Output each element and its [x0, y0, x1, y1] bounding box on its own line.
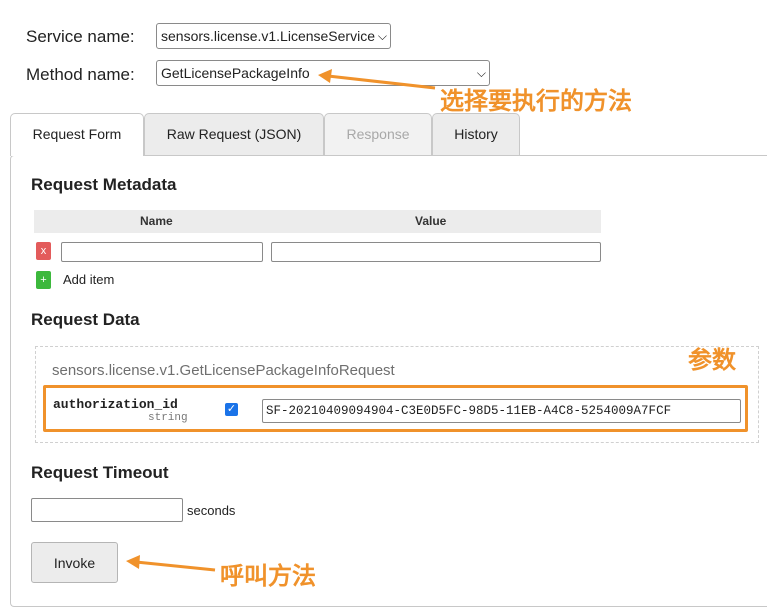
timeout-input[interactable]	[31, 498, 183, 522]
metadata-col-value: Value	[415, 214, 447, 228]
field-type: string	[148, 412, 188, 424]
tab-response[interactable]: Response	[324, 113, 432, 155]
tab-history[interactable]: History	[432, 113, 520, 155]
tab-raw-request[interactable]: Raw Request (JSON)	[144, 113, 324, 155]
field-include-checkbox[interactable]: ✓	[225, 403, 238, 416]
remove-row-icon[interactable]: x	[36, 242, 51, 260]
annotation-select-method: 选择要执行的方法	[440, 87, 632, 115]
request-data-title: Request Data	[31, 310, 140, 329]
metadata-name-input[interactable]	[61, 242, 263, 262]
add-item-label[interactable]: Add item	[63, 272, 114, 287]
metadata-title: Request Metadata	[31, 175, 177, 194]
metadata-col-name: Name	[140, 214, 173, 228]
service-select[interactable]: sensors.license.v1.LicenseService ⌵	[156, 23, 391, 49]
metadata-table-header: Name Value	[34, 210, 601, 233]
authorization-id-input[interactable]: SF-20210409094904-C3E0D5FC-98D5-11EB-A4C…	[262, 399, 741, 423]
message-type-label: sensors.license.v1.GetLicensePackageInfo…	[52, 362, 395, 379]
annotation-params: 参数	[688, 346, 736, 374]
field-name: authorization_id	[53, 397, 178, 412]
tab-request-form[interactable]: Request Form	[10, 113, 144, 156]
metadata-value-input[interactable]	[271, 242, 601, 262]
method-name-label: Method name:	[26, 65, 135, 84]
invoke-button[interactable]: Invoke	[31, 542, 118, 583]
annotation-call-method: 呼叫方法	[220, 562, 316, 590]
timeout-title: Request Timeout	[31, 463, 169, 482]
timeout-unit: seconds	[187, 503, 236, 518]
service-select-value: sensors.license.v1.LicenseService	[161, 28, 375, 44]
annotation-arrow-icon	[318, 69, 436, 90]
method-select-value: GetLicensePackageInfo	[161, 65, 310, 81]
chevron-down-icon: ⌵	[377, 29, 387, 43]
annotation-arrow-icon	[126, 555, 216, 572]
add-item-icon[interactable]: +	[36, 271, 51, 289]
service-name-label: Service name:	[26, 27, 135, 46]
